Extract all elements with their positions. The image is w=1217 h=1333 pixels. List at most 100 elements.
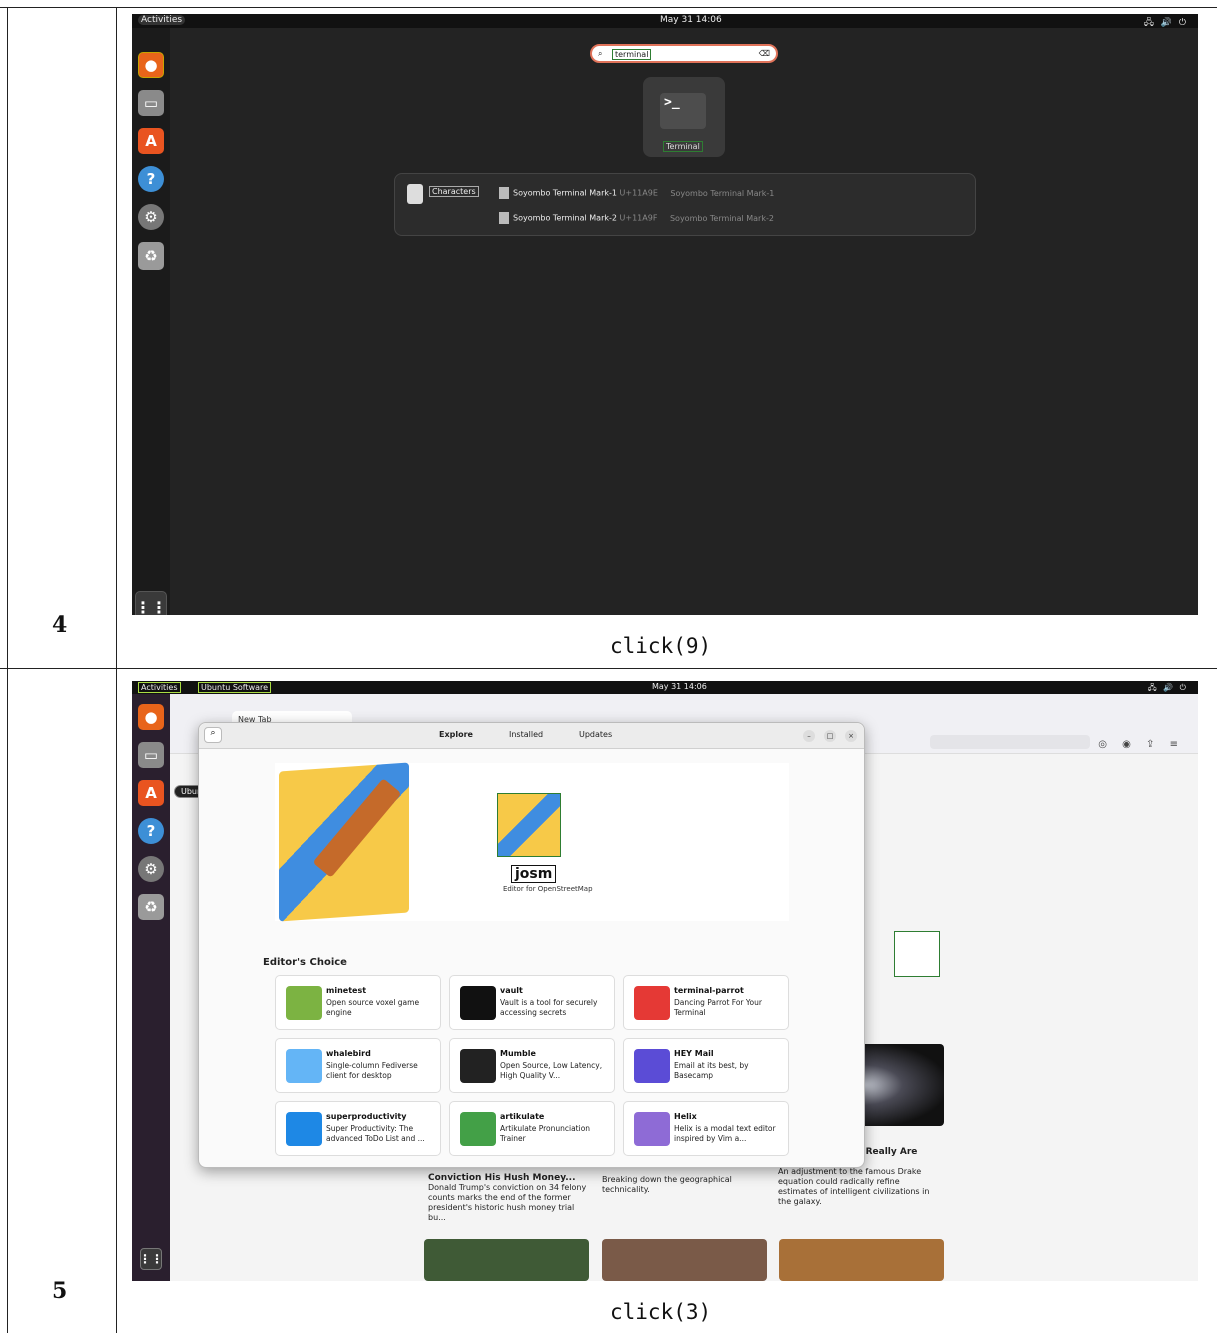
- terminal-app-result[interactable]: >_ Terminal: [643, 77, 725, 157]
- app-card[interactable]: artikulate Artikulate Pronunciation Train…: [449, 1101, 615, 1156]
- app-icon: [460, 1112, 496, 1146]
- help-icon[interactable]: ?: [138, 166, 164, 192]
- news-photo[interactable]: [779, 1239, 944, 1281]
- character-extra: Soyombo Terminal Mark-1: [670, 188, 775, 198]
- tab-updates[interactable]: Updates: [579, 730, 612, 739]
- top-bar: Activities May 31 14:06 🖧 🔊 ⏻: [132, 14, 1198, 28]
- app-card[interactable]: Helix Helix is a modal text editor inspir…: [623, 1101, 789, 1156]
- news-photo[interactable]: [424, 1239, 589, 1281]
- app-icon: [460, 986, 496, 1020]
- app-icon: [460, 1049, 496, 1083]
- action-caption: click(9): [610, 634, 712, 658]
- activities-button[interactable]: Activities: [138, 15, 186, 25]
- trash-icon[interactable]: ♻: [138, 242, 164, 270]
- tab-explore[interactable]: Explore: [439, 730, 473, 739]
- app-card[interactable]: HEY Mail Email at its best, by Basecamp: [623, 1038, 789, 1093]
- tab-installed[interactable]: Installed: [509, 730, 543, 739]
- show-apps-button[interactable]: ⋮⋮: [135, 591, 167, 615]
- app-icon: [286, 1112, 322, 1146]
- files-icon[interactable]: ▭: [138, 742, 164, 768]
- news-card[interactable]: Breaking down the geographical technical…: [602, 1175, 752, 1195]
- search-query: terminal: [612, 49, 652, 60]
- app-card-name: vault: [500, 986, 523, 995]
- app-card[interactable]: whalebird Single-column Fediverse client …: [275, 1038, 441, 1093]
- screenshot-step-4: Activities May 31 14:06 🖧 🔊 ⏻ ● ▭ A ? ⚙ …: [132, 14, 1198, 615]
- search-icon[interactable]: ⌕: [204, 727, 222, 743]
- app-card-name: minetest: [326, 986, 367, 995]
- middle-rule: [0, 668, 1217, 669]
- josm-icon: [497, 793, 561, 857]
- character-name: Soyombo Terminal Mark-2: [513, 213, 617, 223]
- app-card-description: Artikulate Pronunciation Trainer: [500, 1124, 591, 1143]
- app-icon: [286, 986, 322, 1020]
- app-card-name: HEY Mail: [674, 1049, 714, 1058]
- app-card-description: Open Source, Low Latency, High Quality V…: [500, 1061, 603, 1080]
- software-icon[interactable]: A: [138, 128, 164, 154]
- software-header: ⌕ Explore Installed Updates – □ ×: [199, 723, 864, 749]
- terminal-label: Terminal: [663, 141, 703, 152]
- column-rule: [116, 7, 117, 1333]
- address-bar[interactable]: [930, 735, 1090, 749]
- news-text: Breaking down the geographical technical…: [602, 1175, 732, 1194]
- action-caption: click(3): [610, 1300, 712, 1324]
- clear-icon[interactable]: ⌫: [759, 49, 770, 58]
- step-number: 5: [52, 1278, 68, 1304]
- app-card-description: Single-column Fediverse client for deskt…: [326, 1061, 418, 1080]
- character-glyph: [499, 212, 509, 224]
- maximize-icon[interactable]: □: [824, 730, 836, 742]
- close-icon[interactable]: ×: [845, 730, 857, 742]
- app-card-name: Mumble: [500, 1049, 536, 1058]
- featured-app-name: josm: [511, 865, 557, 883]
- app-card[interactable]: minetest Open source voxel game engine: [275, 975, 441, 1030]
- news-text: Donald Trump's conviction on 34 felony c…: [428, 1183, 587, 1222]
- app-card-description: Super Productivity: The advanced ToDo Li…: [326, 1124, 425, 1143]
- character-result[interactable]: Soyombo Terminal Mark-1 U+11A9E Soyombo …: [499, 187, 774, 199]
- app-icon: [634, 1049, 670, 1083]
- minimize-icon[interactable]: –: [803, 730, 815, 742]
- placeholder-tile[interactable]: [894, 931, 940, 977]
- app-card[interactable]: vault Vault is a tool for securely access…: [449, 975, 615, 1030]
- firefox-icon[interactable]: ●: [138, 704, 164, 730]
- clock[interactable]: May 31 14:06: [660, 15, 722, 25]
- app-menu[interactable]: Ubuntu Software: [198, 682, 272, 693]
- app-card[interactable]: terminal-parrot Dancing Parrot For Your T…: [623, 975, 789, 1030]
- trash-icon[interactable]: ♻: [138, 894, 164, 920]
- browser-toolbar-icons[interactable]: ◎ ◉ ⇪ ≡: [1098, 739, 1184, 750]
- app-card-description: Vault is a tool for securely accessing s…: [500, 998, 598, 1017]
- app-card-name: Helix: [674, 1112, 697, 1121]
- dock: ● ▭ A ? ⚙ ♻ ⋮⋮: [132, 694, 170, 1281]
- news-photo[interactable]: [602, 1239, 767, 1281]
- app-card-name: whalebird: [326, 1049, 371, 1058]
- settings-icon[interactable]: ⚙: [138, 204, 164, 230]
- settings-icon[interactable]: ⚙: [138, 856, 164, 882]
- app-card-name: terminal-parrot: [674, 986, 744, 995]
- app-card[interactable]: superproductivity Super Productivity: The…: [275, 1101, 441, 1156]
- character-code: U+11A9E: [619, 188, 658, 198]
- search-input[interactable]: ⌕ terminal ⌫: [590, 44, 778, 63]
- activities-button[interactable]: Activities: [138, 682, 181, 693]
- top-rule: [0, 7, 1217, 8]
- app-icon: [634, 986, 670, 1020]
- app-icon: [286, 1049, 322, 1083]
- app-card-description: Dancing Parrot For Your Terminal: [674, 998, 762, 1017]
- help-icon[interactable]: ?: [138, 818, 164, 844]
- app-card-description: Helix is a modal text editor inspired by…: [674, 1124, 776, 1143]
- characters-app-icon[interactable]: [407, 184, 423, 204]
- character-result[interactable]: Soyombo Terminal Mark-2 U+11A9F Soyombo …: [499, 212, 774, 224]
- top-bar: Activities Ubuntu Software May 31 14:06 …: [132, 681, 1198, 694]
- system-tray[interactable]: 🖧 🔊 ⏻: [1144, 15, 1188, 31]
- clock[interactable]: May 31 14:06: [652, 682, 707, 691]
- firefox-icon[interactable]: ●: [138, 52, 164, 78]
- app-card[interactable]: Mumble Open Source, Low Latency, High Qua…: [449, 1038, 615, 1093]
- ubuntu-software-window: ⌕ Explore Installed Updates – □ × josm E…: [198, 722, 865, 1168]
- app-card-name: artikulate: [500, 1112, 545, 1121]
- files-icon[interactable]: ▭: [138, 90, 164, 116]
- show-apps-button[interactable]: ⋮⋮: [139, 1248, 163, 1270]
- characters-label: Characters: [429, 186, 479, 197]
- software-icon[interactable]: A: [138, 780, 164, 806]
- featured-banner[interactable]: josm Editor for OpenStreetMap: [275, 762, 789, 922]
- news-card[interactable]: Conviction His Hush Money... Donald Trum…: [428, 1173, 588, 1223]
- app-card-name: superproductivity: [326, 1112, 407, 1121]
- featured-app-description: Editor for OpenStreetMap: [503, 885, 593, 893]
- news-title: Conviction His Hush Money...: [428, 1173, 576, 1183]
